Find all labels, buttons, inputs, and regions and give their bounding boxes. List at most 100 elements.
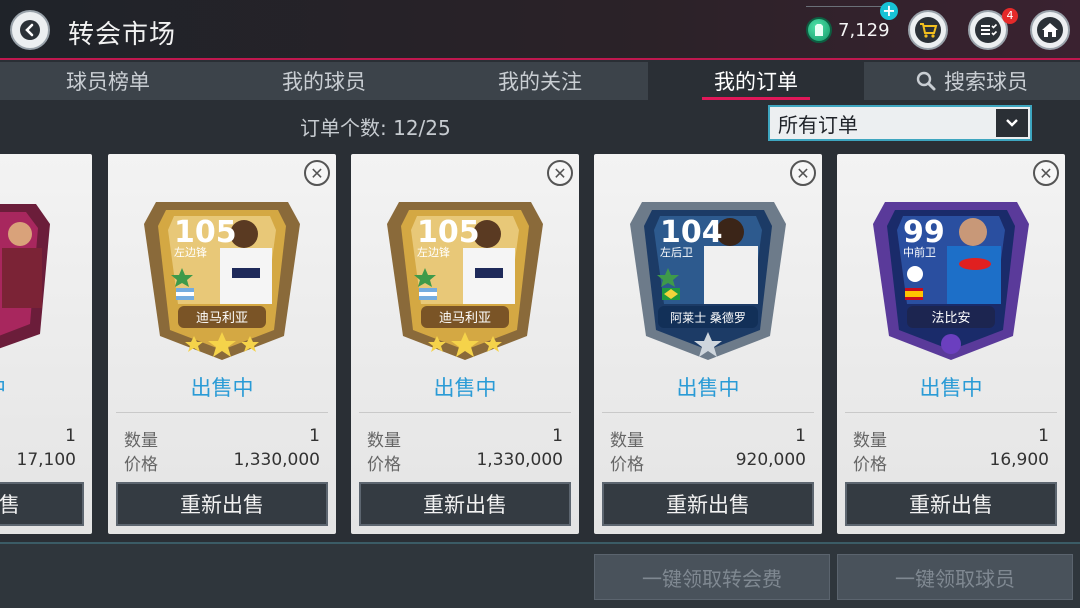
tab-label: 我的订单: [714, 70, 798, 94]
claim-fee-label: 一键领取转会费: [642, 566, 782, 591]
quantity-row: 数量 1: [124, 426, 320, 451]
quantity-label: 数量: [124, 431, 158, 451]
player-rating: 105: [417, 215, 480, 250]
tab-player-rankings[interactable]: 球员榜单: [0, 62, 216, 100]
order-cards-list: 中 数量 1 价格 17,100 售 ✕ 105 左边锋: [0, 150, 1080, 542]
close-icon[interactable]: ✕: [1033, 160, 1059, 186]
tab-my-watchlist[interactable]: 我的关注: [432, 62, 648, 100]
player-rating: 104: [660, 215, 723, 250]
price-row: 价格 16,900: [853, 450, 1049, 475]
order-filter-dropdown[interactable]: 所有订单: [768, 105, 1032, 141]
price-label: 价格: [124, 455, 158, 475]
price-label: 价格: [367, 455, 401, 475]
order-status: 出售中: [433, 376, 497, 400]
back-arrow-icon: [20, 20, 40, 40]
add-coins-button[interactable]: +: [880, 2, 898, 20]
order-card: 中 数量 1 价格 17,100 售: [0, 154, 92, 534]
tab-my-orders[interactable]: 我的订单: [648, 62, 864, 100]
player-position: 左后卫: [660, 246, 693, 259]
search-icon: [916, 71, 936, 91]
page-title: 转会市场: [68, 20, 177, 50]
order-card: ✕ 99 中前卫 法比安 出售中 数量 1 价格 16,900 重新出售: [837, 154, 1065, 534]
claim-transfer-fee-button[interactable]: 一键领取转会费: [594, 554, 830, 600]
close-icon[interactable]: ✕: [790, 160, 816, 186]
tab-label: 搜索球员: [944, 70, 1028, 94]
price-row: 价格 17,100: [0, 450, 76, 475]
resell-label: 重新出售: [180, 493, 264, 517]
player-rating: 99: [903, 215, 945, 250]
order-card: ✕ 104 左后卫 阿莱士 桑德罗 出售中 数量 1 价格 920,000 重新…: [594, 154, 822, 534]
tab-bar: 球员榜单 我的球员 我的关注 我的订单 搜索球员: [0, 62, 1080, 100]
order-status: 出售中: [190, 376, 254, 400]
quantity-row: 数量 1: [0, 426, 76, 451]
order-card: ✕ 105 左边锋 迪马利亚 出售中 数量 1 价格 1,330,000 重新出…: [351, 154, 579, 534]
tab-search-players[interactable]: 搜索球员: [864, 62, 1080, 100]
price-row: 价格 920,000: [610, 450, 806, 475]
player-position: 左边锋: [174, 246, 207, 259]
resell-button[interactable]: 重新出售: [116, 482, 328, 526]
resell-label: 重新出售: [666, 493, 750, 517]
order-status: 出售中: [676, 376, 740, 400]
resell-label: 重新出售: [423, 493, 507, 517]
quantity-row: 数量 1: [367, 426, 563, 451]
divider: [602, 412, 814, 413]
resell-button[interactable]: 重新出售: [602, 482, 814, 526]
tab-label: 球员榜单: [66, 70, 150, 94]
price-row: 价格 1,330,000: [367, 450, 563, 475]
coin-value: 7,129: [838, 19, 890, 41]
close-icon[interactable]: ✕: [304, 160, 330, 186]
resell-button[interactable]: 重新出售: [359, 482, 571, 526]
order-status: 中: [0, 372, 92, 402]
divider: [845, 412, 1057, 413]
checklist-icon: [975, 17, 1001, 43]
price-label: 价格: [610, 455, 644, 475]
quantity-row: 数量 1: [853, 426, 1049, 451]
quantity-label: 数量: [367, 431, 401, 451]
claim-players-label: 一键领取球员: [895, 566, 1015, 591]
resell-button[interactable]: 重新出售: [845, 482, 1057, 526]
close-icon[interactable]: ✕: [547, 160, 573, 186]
store-button[interactable]: [908, 10, 948, 50]
bottom-action-bar: 一键领取转会费 一键领取球员: [0, 542, 1080, 608]
quantity-value: 1: [65, 426, 76, 446]
player-name: 法比安: [931, 311, 970, 326]
filter-value: 所有订单: [778, 112, 858, 137]
home-button[interactable]: [1030, 10, 1070, 50]
price-value: 16,900: [989, 450, 1049, 470]
order-status: 出售中: [919, 376, 983, 400]
player-card-art: 105 左边锋 迪马利亚: [377, 184, 553, 362]
tab-my-players[interactable]: 我的球员: [216, 62, 432, 100]
player-card-art: 99 中前卫 法比安: [863, 184, 1039, 362]
back-button[interactable]: [10, 10, 50, 50]
quantity-value: 1: [795, 426, 806, 446]
resell-button[interactable]: 售: [0, 482, 84, 526]
quantity-value: 1: [552, 426, 563, 446]
coin-divider: [806, 6, 884, 7]
home-icon: [1037, 17, 1063, 43]
coin-icon: [806, 17, 832, 43]
cart-icon: [915, 17, 941, 43]
price-value: 1,330,000: [233, 450, 320, 470]
player-rating: 105: [174, 215, 237, 250]
claim-players-button[interactable]: 一键领取球员: [837, 554, 1073, 600]
notification-badge: 4: [1002, 8, 1018, 24]
order-card: ✕ 105 左边锋 迪马利亚 出售中 数量 1 价格 1,330,000 重新出…: [108, 154, 336, 534]
quantity-value: 1: [1038, 426, 1049, 446]
player-card-art: 104 左后卫 阿莱士 桑德罗: [620, 184, 796, 362]
player-name: 迪马利亚: [196, 311, 248, 326]
quantity-label: 数量: [853, 431, 887, 451]
divider: [359, 412, 571, 413]
chevron-down-icon: [996, 109, 1028, 137]
price-value: 920,000: [735, 450, 806, 470]
price-label: 价格: [853, 455, 887, 475]
resell-label: 售: [0, 493, 20, 517]
price-value: 17,100: [16, 450, 76, 470]
player-position: 中前卫: [903, 245, 936, 259]
quantity-row: 数量 1: [610, 426, 806, 451]
tab-label: 我的球员: [282, 70, 366, 94]
price-row: 价格 1,330,000: [124, 450, 320, 475]
player-position: 左边锋: [417, 246, 450, 259]
top-bar: 转会市场 7,129 + 4: [0, 0, 1080, 60]
price-value: 1,330,000: [476, 450, 563, 470]
quantity-value: 1: [309, 426, 320, 446]
